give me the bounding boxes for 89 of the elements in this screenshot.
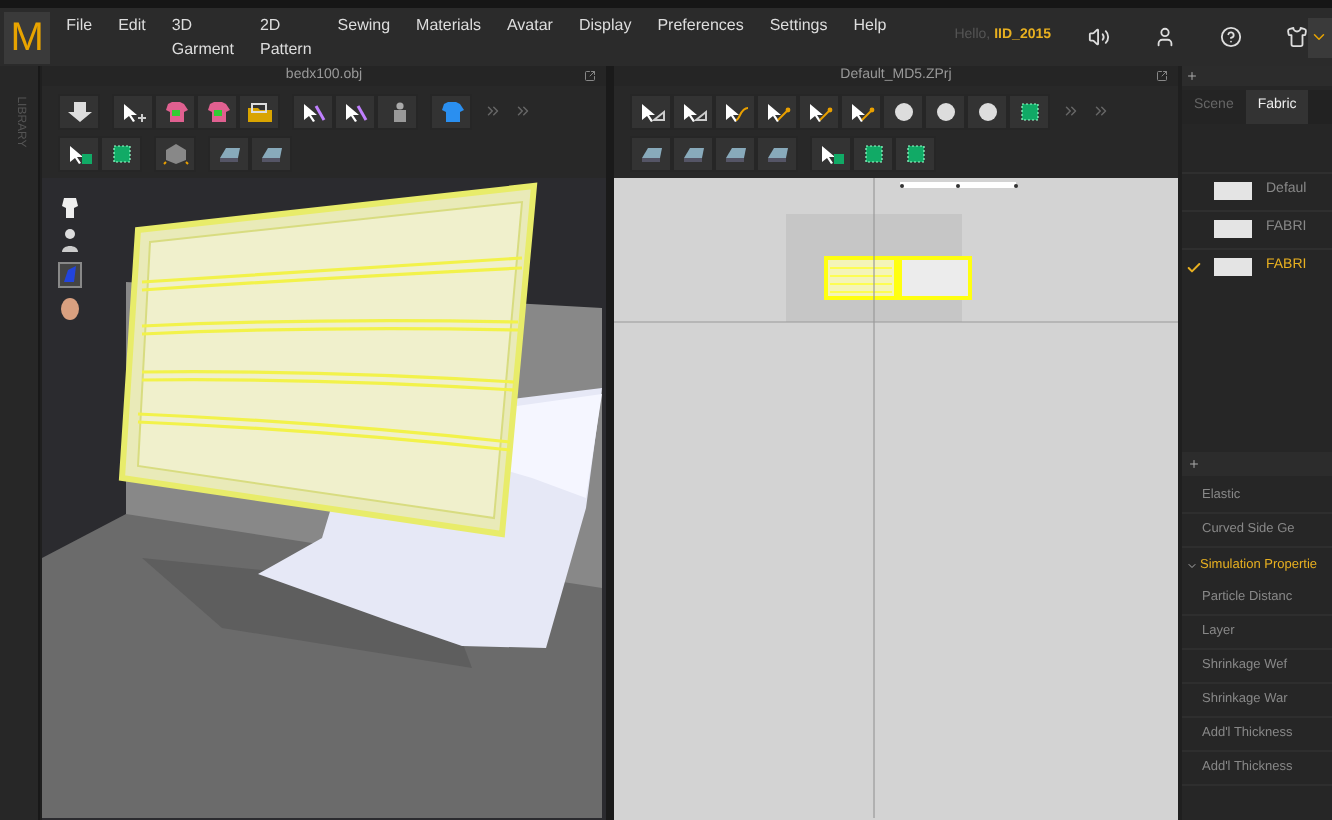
head-icon[interactable] [58,296,82,322]
pin-icon [341,99,369,123]
pointer-icon [817,141,845,165]
grid-icon [901,141,929,165]
folder-icon [245,99,273,123]
detach-icon[interactable] [584,70,596,82]
fabric-icon[interactable] [58,262,82,288]
tool-button[interactable] [238,93,280,129]
tool-button[interactable] [756,93,798,129]
tool-button[interactable] [672,93,714,129]
tool-button[interactable] [100,135,142,171]
tool-button[interactable] [840,93,882,129]
chevron-icon[interactable] [1062,102,1080,120]
pointer-icon [119,99,147,123]
blob-icon [889,99,917,123]
menu-item[interactable]: Avatar [506,13,553,61]
detach-icon[interactable] [1156,70,1168,82]
tool-button[interactable] [810,135,852,171]
plus-icon[interactable] [1188,458,1200,470]
tool-button[interactable] [672,135,714,171]
points-icon [847,99,875,123]
tool-button[interactable] [250,135,292,171]
tool-button[interactable] [714,135,756,171]
grid-icon [1015,99,1043,123]
speaker-icon[interactable] [1087,26,1110,48]
chevron-icon[interactable] [1092,102,1110,120]
tool-button[interactable] [112,93,154,129]
tool-button[interactable] [798,93,840,129]
points-icon [805,99,833,123]
tool-button[interactable] [154,93,196,129]
menu-item[interactable]: Display [578,13,632,61]
tool-button[interactable] [58,135,100,171]
cube-icon [161,141,189,165]
grid-icon [107,141,135,165]
menu-item[interactable]: 3D Garment [171,13,234,61]
caret-icon [1186,559,1198,571]
menu-item[interactable]: File [66,13,93,61]
pin-icon [299,99,327,123]
menu-item[interactable]: Sewing [337,13,391,61]
tool-button[interactable] [882,93,924,129]
tool-button[interactable] [292,93,334,129]
points-icon [763,99,791,123]
blob-icon [973,99,1001,123]
menu-item[interactable]: Help [853,13,887,61]
shirt-icon [437,99,465,123]
pointer-icon [637,99,665,123]
tool-button[interactable] [966,93,1008,129]
tool-button[interactable] [630,93,672,129]
figure-icon[interactable] [58,228,82,254]
tool-button[interactable] [756,135,798,171]
chevron-icon[interactable] [514,102,532,120]
tool-button[interactable] [58,93,100,129]
pointer-icon [679,99,707,123]
shirt-icon[interactable] [1285,26,1308,48]
menu-item[interactable]: 2D Pattern [259,13,312,61]
fabric-swatch [1214,182,1252,200]
tool-button[interactable] [1008,93,1050,129]
tool-button[interactable] [894,135,936,171]
pointer-icon [65,141,93,165]
menu-item[interactable]: Edit [118,13,146,61]
blob-icon [931,99,959,123]
shirt-icon [203,99,231,123]
ruler-drawing [900,182,1018,188]
grid-icon [859,141,887,165]
chevron-icon [1310,28,1329,46]
tool-button[interactable] [630,135,672,171]
check-icon [1186,259,1202,275]
panel-toggle[interactable] [1307,17,1332,57]
menu-item[interactable]: Settings [769,13,828,61]
bust-icon[interactable] [58,194,82,220]
curve-icon [721,99,749,123]
tool-button[interactable] [852,135,894,171]
down-arrow-icon [65,99,93,123]
tool-button[interactable] [376,93,418,129]
menu-item[interactable]: Preferences [657,13,744,61]
user-icon[interactable] [1153,26,1176,48]
tool-button[interactable] [208,135,250,171]
fabric-swatch [1214,258,1252,276]
tool-button[interactable] [714,93,756,129]
shirt-icon [161,99,189,123]
plus-icon[interactable] [1186,70,1198,82]
chevron-icon[interactable] [484,102,502,120]
tool-button[interactable] [924,93,966,129]
help-icon[interactable] [1219,26,1242,48]
menu-item[interactable]: Materials [416,13,481,61]
fabric-swatch [1214,220,1252,238]
tool-button[interactable] [196,93,238,129]
app-logo[interactable]: M [4,11,51,63]
tool-button[interactable] [334,93,376,129]
